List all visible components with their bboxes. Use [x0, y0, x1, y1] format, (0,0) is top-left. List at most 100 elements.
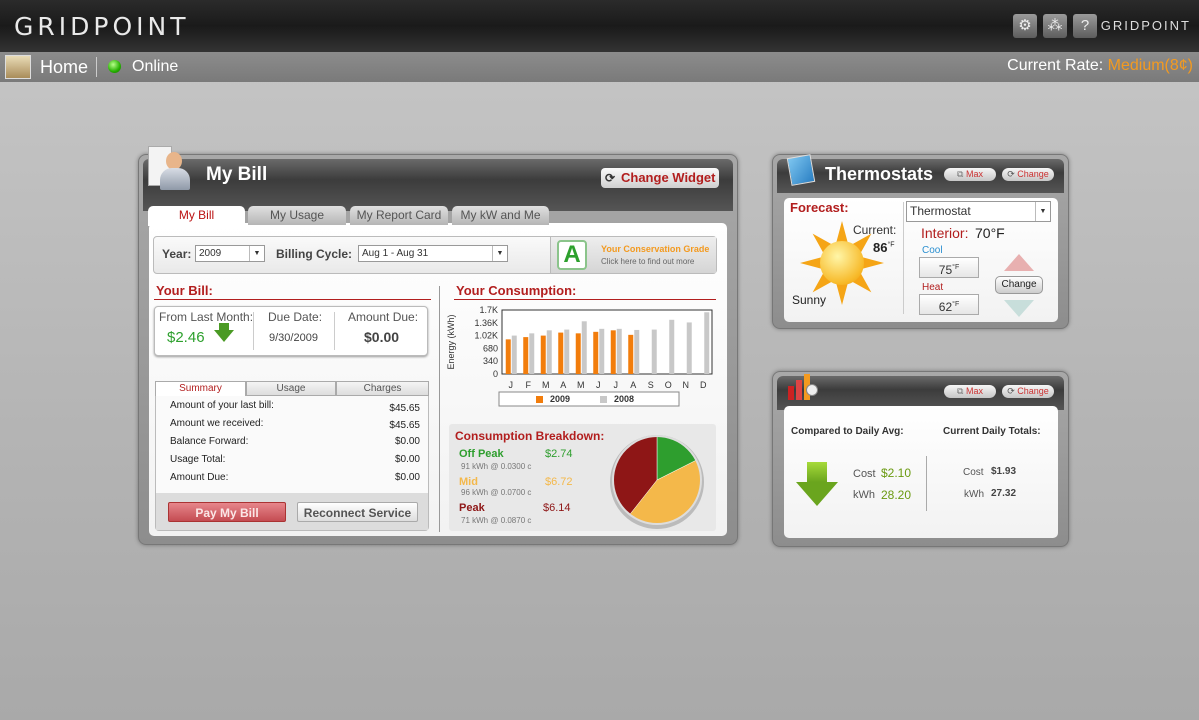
- subtab-summary[interactable]: Summary: [155, 381, 246, 396]
- increase-arrow-icon[interactable]: [1004, 254, 1034, 271]
- bar-2009: [610, 330, 616, 374]
- weather-label: Sunny: [792, 293, 827, 307]
- your-bill-heading: Your Bill:: [156, 283, 213, 298]
- bill-person-icon: [148, 146, 194, 192]
- bar-2009: [575, 333, 581, 374]
- thermostats-title: Thermostats: [825, 164, 934, 184]
- tab-my-report-card[interactable]: My Report Card: [350, 206, 448, 225]
- change-setpoint-button[interactable]: Change: [995, 276, 1043, 294]
- bar-2009: [593, 331, 599, 374]
- y-tick-label: 1.7K: [479, 305, 498, 315]
- chevron-down-icon: ▼: [1035, 202, 1050, 221]
- refresh-icon: ⟳: [605, 171, 616, 185]
- heat-label: Heat: [922, 282, 944, 293]
- x-tick-label: M: [577, 380, 585, 390]
- breakdown-name: Mid: [459, 476, 478, 488]
- home-link[interactable]: Home: [40, 57, 88, 78]
- row-value: $45.65: [389, 420, 420, 431]
- x-tick-label: N: [683, 380, 690, 390]
- row-label: Amount Due:: [170, 472, 229, 483]
- cool-value: 75: [938, 263, 953, 277]
- decrease-arrow-icon[interactable]: [1004, 300, 1034, 317]
- change-widget-label: Change Widget: [621, 170, 716, 185]
- conservation-grade-panel[interactable]: A Your Conservation Grade Click here to …: [550, 237, 716, 273]
- kwh-label: kWh: [853, 489, 875, 501]
- refresh-icon: ⟳: [1007, 386, 1015, 396]
- heat-setpoint[interactable]: 62°F: [919, 294, 979, 315]
- x-tick-label: J: [509, 380, 514, 390]
- max-button[interactable]: ⧉ Max: [944, 385, 996, 398]
- year-value: 2009: [199, 248, 222, 259]
- pay-my-bill-button[interactable]: Pay My Bill: [168, 502, 286, 522]
- billing-cycle-value: Aug 1 - Aug 31: [362, 248, 429, 259]
- bar-2008: [599, 328, 605, 374]
- from-last-month-label: From Last Month:: [159, 310, 254, 324]
- reconnect-service-button[interactable]: Reconnect Service: [297, 502, 418, 522]
- tab-my-kw[interactable]: My kW and Me: [452, 206, 549, 225]
- legend-swatch: [600, 396, 607, 403]
- current-label: Current:: [853, 223, 897, 237]
- status-bar: Home Online Current Rate: Medium(8¢): [0, 52, 1199, 82]
- breakdown-pie-chart: [610, 435, 704, 529]
- grade-title: Your Conservation Grade: [601, 244, 710, 254]
- help-icon[interactable]: ?: [1073, 14, 1097, 38]
- rate-label: Current Rate:: [1007, 57, 1104, 74]
- current-kwh-value: 27.32: [991, 488, 1017, 499]
- divider: [903, 202, 904, 314]
- max-icon: ⧉: [957, 386, 964, 396]
- x-tick-label: S: [648, 380, 654, 390]
- divider: [454, 299, 716, 300]
- house-icon[interactable]: [5, 55, 31, 79]
- bar-2009: [523, 337, 529, 374]
- bar-2008: [634, 329, 640, 374]
- avg-kwh-value: 28.20: [881, 488, 912, 502]
- bar-2009: [558, 332, 564, 374]
- max-icon: ⧉: [957, 169, 964, 179]
- change-widget-button[interactable]: ⟳ Change Widget: [601, 168, 719, 188]
- row-label: Amount of your last bill:: [170, 400, 274, 411]
- divider: [334, 312, 335, 350]
- rate-value: Medium(8¢): [1107, 57, 1193, 74]
- legend: [498, 391, 680, 407]
- cool-setpoint[interactable]: 75°F: [919, 257, 979, 278]
- due-date-value: 9/30/2009: [269, 332, 318, 344]
- change-button[interactable]: ⟳ Change: [1002, 385, 1054, 398]
- max-label: Max: [965, 169, 983, 179]
- thermostat-select[interactable]: Thermostat ▼: [906, 201, 1051, 222]
- divider: [154, 299, 431, 300]
- row-value: $0.00: [394, 472, 420, 483]
- heat-value: 62: [938, 300, 953, 314]
- network-icon[interactable]: ⁂: [1043, 14, 1067, 38]
- y-tick-label: 1.02K: [474, 331, 498, 341]
- change-button[interactable]: ⟳ Change: [1002, 168, 1054, 181]
- year-select[interactable]: 2009 ▼: [195, 245, 265, 262]
- breakdown-detail: 71 kWh @ 0.0870 c: [461, 516, 532, 525]
- row-value: $45.65: [389, 403, 420, 414]
- chevron-down-icon: ▼: [492, 246, 507, 261]
- kwh-label: kWh: [964, 489, 984, 500]
- max-button[interactable]: ⧉ Max: [944, 168, 996, 181]
- x-tick-label: F: [526, 380, 532, 390]
- breakdown-name: Off Peak: [459, 448, 504, 460]
- year-label: Year:: [162, 247, 192, 261]
- x-tick-label: M: [542, 380, 550, 390]
- y-tick-label: 680: [483, 343, 498, 353]
- temp-unit: °F: [952, 264, 960, 271]
- x-tick-label: O: [665, 380, 672, 390]
- breakdown-value: $6.14: [543, 502, 571, 514]
- subtab-charges[interactable]: Charges: [336, 381, 429, 396]
- gear-icon[interactable]: ⚙: [1013, 14, 1037, 38]
- tab-my-bill[interactable]: My Bill: [148, 206, 245, 226]
- temp-unit: °F: [952, 301, 960, 308]
- bar-2008: [546, 330, 552, 374]
- amount-due-value: $0.00: [364, 329, 400, 345]
- bar-2008: [529, 333, 535, 374]
- bar-2008: [616, 328, 622, 374]
- amount-due-label: Amount Due:: [348, 310, 419, 324]
- subtab-usage[interactable]: Usage: [246, 381, 336, 396]
- billing-cycle-select[interactable]: Aug 1 - Aug 31 ▼: [358, 245, 508, 262]
- compared-label: Compared to Daily Avg:: [791, 426, 904, 437]
- tab-my-usage[interactable]: My Usage: [248, 206, 346, 225]
- x-tick-label: D: [700, 380, 707, 390]
- current-temp: 86°F: [873, 240, 895, 255]
